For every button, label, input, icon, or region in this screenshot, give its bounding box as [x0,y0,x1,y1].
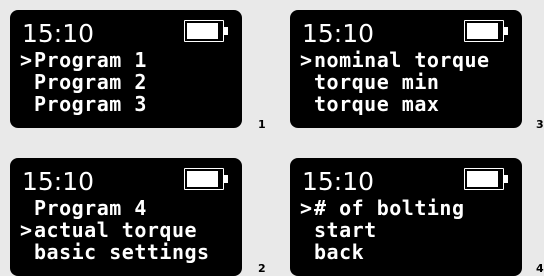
menu-item[interactable]: Program 4 [20,196,147,220]
menu-item-label: actual torque [34,218,198,242]
battery-icon [184,20,228,44]
battery-icon [464,20,508,44]
selection-cursor: > [300,48,313,72]
selection-cursor: > [20,218,33,242]
menu-item[interactable]: start [300,218,377,242]
device-screen-3: 15:10 >nominal torque torque min torque … [290,10,522,128]
menu-item[interactable]: Program 2 [20,70,147,94]
menu-item-label: start [314,218,377,242]
menu-item[interactable]: >Program 1 [20,48,147,72]
menu-item-label: Program 3 [34,92,147,116]
menu-item[interactable]: back [300,240,364,264]
menu-item-label: torque max [314,92,440,116]
device-screen-1: 15:10 >Program 1 Program 2 Program 3 [10,10,242,128]
menu-item[interactable]: basic settings [20,240,210,264]
menu-item-label: torque min [314,70,440,94]
clock-display: 15:10 [302,19,375,48]
figure-stage: 15:10 >Program 1 Program 2 Program 3 1 1… [0,0,544,276]
menu-item[interactable]: torque max [300,92,439,116]
menu-item-label: # of bolting [314,196,465,220]
clock-display: 15:10 [302,167,375,196]
selection-cursor: > [20,48,33,72]
menu-item-label: Program 4 [34,196,147,220]
selection-cursor: > [300,196,313,220]
menu-item[interactable]: torque min [300,70,439,94]
device-screen-2: 15:10 Program 4 >actual torque basic set… [10,158,242,276]
menu-item-label: basic settings [34,240,210,264]
menu-item[interactable]: Program 3 [20,92,147,116]
clock-display: 15:10 [22,167,95,196]
menu-item-label: Program 1 [34,48,147,72]
figure-number-3: 3 [536,118,544,131]
menu-item-label: back [314,240,365,264]
figure-number-4: 4 [536,262,544,275]
menu-item[interactable]: >actual torque [20,218,197,242]
battery-icon [184,168,228,192]
menu-item-label: nominal torque [314,48,490,72]
device-screen-4: 15:10 ># of bolting start back [290,158,522,276]
menu-item-label: Program 2 [34,70,147,94]
figure-number-2: 2 [258,262,266,275]
menu-item[interactable]: ># of bolting [300,196,465,220]
battery-icon [464,168,508,192]
clock-display: 15:10 [22,19,95,48]
figure-number-1: 1 [258,118,266,131]
menu-item[interactable]: >nominal torque [300,48,490,72]
